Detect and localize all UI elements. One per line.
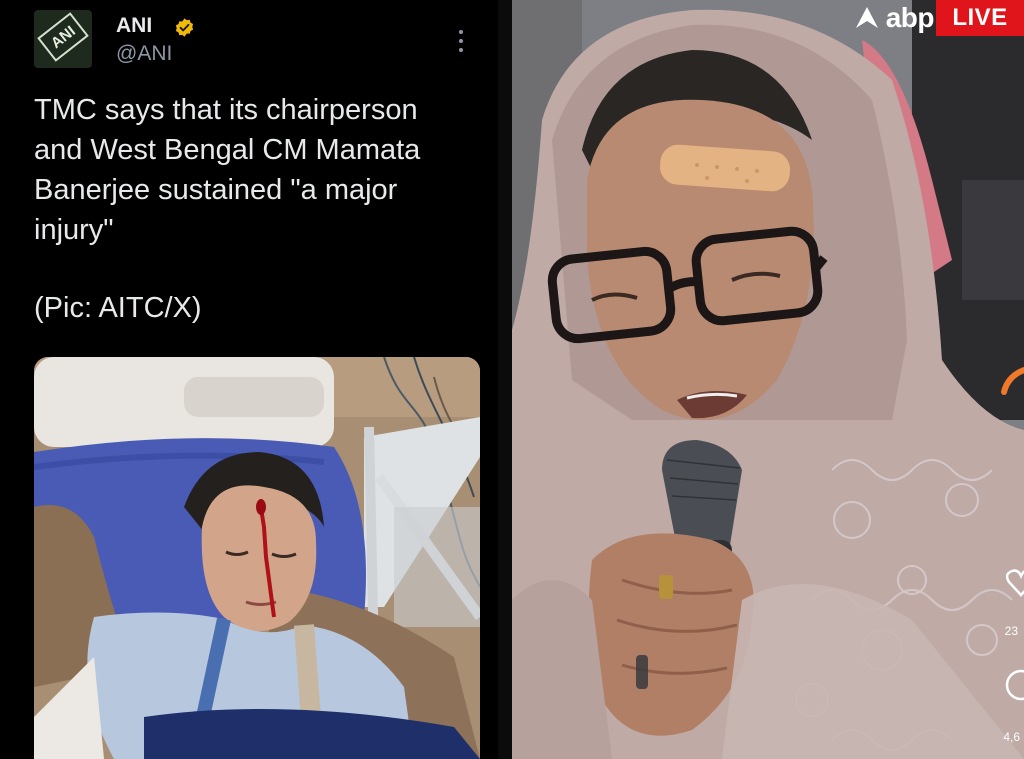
photo-credit: (Pic: AITC/X): [34, 292, 202, 324]
comment-icon[interactable]: [1004, 668, 1024, 702]
tweet-header: ANI ANI @ANI: [34, 10, 484, 70]
tweet-line: injury": [34, 214, 114, 246]
avatar[interactable]: ANI: [34, 10, 92, 68]
abp-triangle-icon: [855, 7, 878, 28]
speaker-video-illustration: [512, 0, 1024, 759]
panel-divider: [498, 0, 512, 759]
ani-logo: ANI: [37, 12, 89, 62]
hospital-photo-illustration: [34, 357, 480, 759]
tweet-text: TMC says that its chairperson and West B…: [34, 90, 484, 328]
channel-logo-text: abp: [885, 2, 935, 33]
channel-logo: abp: [854, 0, 935, 36]
tweet-line: Banerjee sustained "a major: [34, 174, 398, 206]
author-handle[interactable]: @ANI: [116, 42, 172, 66]
live-badge: LIVE: [936, 0, 1024, 36]
author-name[interactable]: ANI: [116, 14, 152, 38]
tweet-card[interactable]: ANI ANI @ANI TMC says that its chairpers…: [14, 0, 498, 759]
comment-count: 4,6: [1003, 730, 1020, 744]
tweet-line: TMC says that its chairperson: [34, 94, 418, 126]
more-options-icon[interactable]: [458, 30, 464, 52]
tweet-line: and West Bengal CM Mamata: [34, 134, 421, 166]
verified-badge-icon: [175, 18, 194, 37]
share-icon[interactable]: [998, 366, 1024, 396]
video-frame[interactable]: abp LIVE 23 4,6: [512, 0, 1024, 759]
heart-icon[interactable]: [1006, 568, 1024, 598]
like-count: 23: [1004, 624, 1018, 638]
tweet-photo[interactable]: [34, 357, 480, 759]
